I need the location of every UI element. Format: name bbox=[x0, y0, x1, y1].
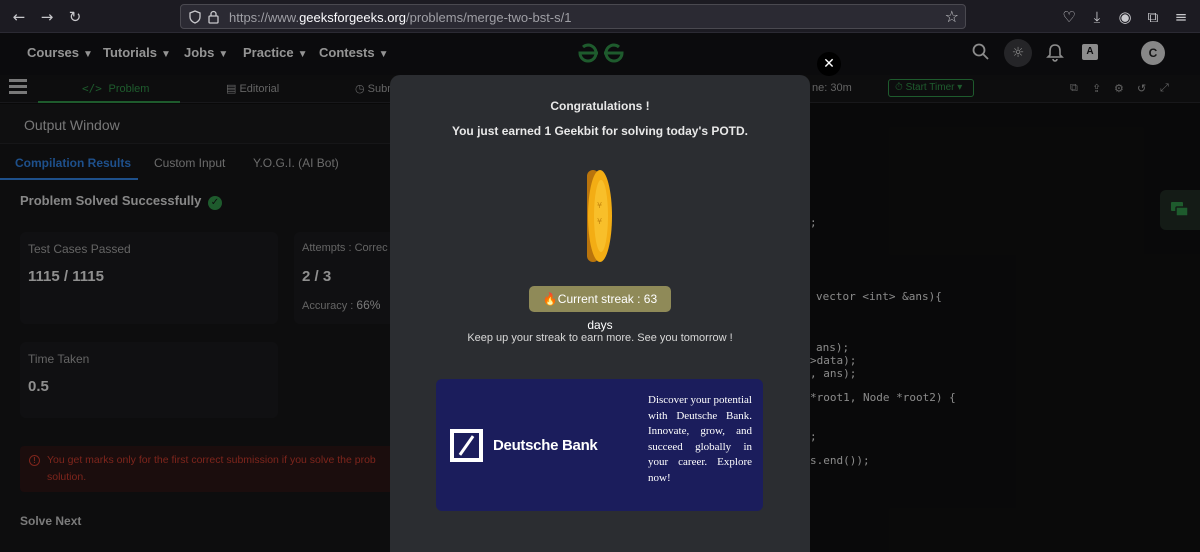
reset-icon[interactable]: ↺ bbox=[1137, 82, 1146, 95]
download-icon[interactable]: ⤓ bbox=[1088, 8, 1106, 26]
browser-toolbar: ← → ↻ https://www.geeksforgeeks.org/prob… bbox=[0, 0, 1200, 33]
lock-icon bbox=[208, 10, 219, 24]
time-taken-value: 0.5 bbox=[28, 378, 49, 395]
warning-text-line2: solution. bbox=[47, 471, 87, 483]
nav-courses[interactable]: Courses ▼ bbox=[27, 45, 93, 60]
nav-tutorials[interactable]: Tutorials ▼ bbox=[103, 45, 171, 60]
hamburger-icon[interactable] bbox=[9, 79, 27, 95]
site-navbar: Courses ▼ Tutorials ▼ Jobs ▼ Practice ▼ Cont… bbox=[0, 33, 1200, 75]
reload-icon[interactable]: ↻ bbox=[66, 8, 84, 26]
output-panel: Output Window Compilation Results Custom… bbox=[0, 104, 398, 552]
tab-problem[interactable]: </> Problem bbox=[82, 82, 149, 95]
chat-icon bbox=[1171, 202, 1189, 217]
code-line: ; bbox=[810, 216, 817, 229]
accuracy: Accuracy : 66% bbox=[302, 298, 381, 312]
theme-toggle-icon[interactable]: ☼ bbox=[1004, 39, 1032, 67]
document-icon: ▤ bbox=[226, 83, 240, 95]
copy-icon[interactable]: ⧉ bbox=[1070, 82, 1078, 95]
nav-contests[interactable]: Contests ▼ bbox=[319, 45, 389, 60]
code-line: s.end()); bbox=[810, 454, 870, 467]
ad-brand: Deutsche Bank bbox=[493, 437, 598, 454]
code-line: , ans); bbox=[810, 367, 857, 380]
chevron-down-icon: ▾ bbox=[954, 82, 963, 93]
code-icon: </> bbox=[82, 82, 109, 95]
warning-box: ! You get marks only for the first corre… bbox=[20, 446, 398, 492]
check-circle-icon: ✓ bbox=[207, 196, 222, 210]
test-cases-card: Test Cases Passed 1115 / 1115 bbox=[20, 232, 278, 324]
clock-icon: ◷ bbox=[355, 83, 368, 95]
chevron-down-icon: ▼ bbox=[378, 49, 389, 60]
search-icon[interactable] bbox=[972, 43, 990, 61]
bookmark-star-icon[interactable]: ☆ bbox=[945, 7, 959, 26]
url-text: https://www.geeksforgeeks.org/problems/m… bbox=[229, 10, 572, 25]
code-line: *root1, Node *root2) { bbox=[810, 391, 956, 404]
svg-text:¥: ¥ bbox=[597, 201, 602, 210]
url-bar[interactable]: https://www.geeksforgeeks.org/problems/m… bbox=[180, 4, 966, 29]
attempts-card: Attempts : Correc 2 / 3 Accuracy : 66% bbox=[294, 232, 398, 324]
keep-up-message: Keep up your streak to earn more. See yo… bbox=[467, 332, 733, 344]
code-line: ans); bbox=[816, 341, 850, 354]
chat-button[interactable] bbox=[1160, 190, 1200, 230]
test-cases-value: 1115 / 1115 bbox=[28, 268, 104, 285]
ad-text: Discover your potential with Deutsche Ba… bbox=[648, 394, 752, 484]
gfg-logo[interactable] bbox=[576, 40, 626, 66]
forward-icon[interactable]: → bbox=[38, 8, 56, 26]
account-icon[interactable]: ◉ bbox=[1116, 8, 1134, 26]
avatar[interactable]: C bbox=[1141, 41, 1165, 65]
chevron-down-icon: ▼ bbox=[218, 49, 229, 60]
back-icon[interactable]: ← bbox=[10, 8, 28, 26]
upload-icon[interactable]: ⇪ bbox=[1092, 82, 1101, 95]
nav-practice[interactable]: Practice ▼ bbox=[243, 45, 308, 60]
time-taken-card: Time Taken 0.5 bbox=[20, 342, 278, 418]
output-window-title: Output Window bbox=[24, 117, 120, 133]
shield-icon bbox=[189, 10, 201, 24]
warning-text-line1: You get marks only for the first correct… bbox=[47, 454, 376, 466]
code-line: ; bbox=[810, 430, 817, 443]
attempts-value: 2 / 3 bbox=[302, 268, 332, 285]
pocket-icon[interactable]: ♡ bbox=[1060, 8, 1078, 26]
deutsche-bank-logo bbox=[450, 429, 483, 462]
potd-congrats-modal: Congratulations ! You just earned 1 Geek… bbox=[390, 75, 810, 552]
fullscreen-icon[interactable]: ⤢ bbox=[1160, 82, 1169, 95]
modal-message: You just earned 1 Geekbit for solving to… bbox=[451, 124, 749, 138]
time-taken-label: Time Taken bbox=[28, 352, 90, 366]
menu-icon[interactable]: ≡ bbox=[1172, 8, 1190, 26]
attempts-label: Attempts : Correc bbox=[302, 242, 388, 254]
extensions-icon[interactable]: ⧉ bbox=[1144, 8, 1162, 26]
bell-icon[interactable] bbox=[1046, 43, 1064, 62]
chevron-down-icon: ▼ bbox=[160, 49, 171, 60]
start-timer-button[interactable]: ⏱ Start Timer ▾ bbox=[888, 79, 974, 97]
modal-title: Congratulations ! bbox=[550, 99, 650, 113]
time-limit: ne: 30m bbox=[812, 82, 852, 94]
warning-icon: ! bbox=[29, 455, 40, 466]
streak-badge: 🔥Current streak : 63 days bbox=[529, 286, 671, 332]
tab-yogi-ai-bot[interactable]: Y.O.G.I. (AI Bot) bbox=[253, 156, 339, 170]
fire-icon: 🔥 bbox=[542, 292, 558, 306]
solve-next-heading: Solve Next bbox=[20, 514, 82, 528]
close-modal-button[interactable]: ✕ bbox=[817, 52, 841, 76]
translate-icon[interactable]: A bbox=[1082, 44, 1098, 60]
problem-solved-status: Problem Solved Successfully ✓ bbox=[20, 193, 222, 210]
active-subtab-underline bbox=[0, 178, 138, 180]
deutsche-bank-ad[interactable]: Deutsche Bank Discover your potential wi… bbox=[436, 379, 763, 511]
output-window-header: Output Window bbox=[0, 104, 398, 144]
chevron-down-icon: ▼ bbox=[83, 49, 93, 60]
timer-icon: ⏱ bbox=[895, 82, 906, 93]
geekbit-coin-icon: ¥ ¥ bbox=[587, 170, 612, 262]
tab-compilation-results[interactable]: Compilation Results bbox=[15, 156, 131, 170]
test-cases-label: Test Cases Passed bbox=[28, 242, 131, 256]
code-line: >data); bbox=[810, 354, 857, 367]
nav-jobs[interactable]: Jobs ▼ bbox=[184, 45, 228, 60]
code-editor[interactable]: ; vector <int> &ans){ ans); >data); , an… bbox=[810, 104, 1200, 552]
active-tab-underline bbox=[38, 101, 180, 103]
tab-custom-input[interactable]: Custom Input bbox=[154, 156, 225, 170]
tab-editorial[interactable]: ▤ Editorial bbox=[226, 82, 279, 95]
svg-text:¥: ¥ bbox=[597, 217, 602, 226]
code-line: vector <int> &ans){ bbox=[816, 290, 942, 303]
chevron-down-icon: ▼ bbox=[297, 49, 308, 60]
settings-icon[interactable]: ⚙ bbox=[1114, 82, 1124, 95]
